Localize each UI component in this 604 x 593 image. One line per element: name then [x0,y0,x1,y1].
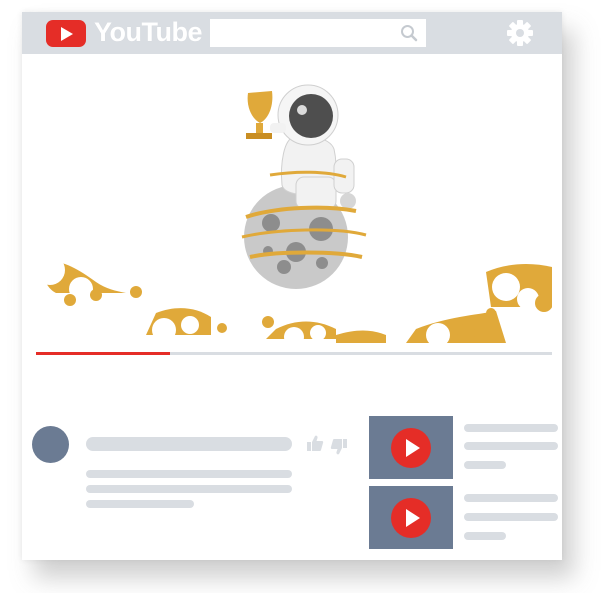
video-player[interactable] [36,67,552,357]
search-input[interactable] [210,19,426,47]
description-line [86,470,292,478]
play-icon[interactable] [391,498,431,538]
description-line [86,485,292,493]
recommended-title-line [464,513,558,521]
logo-text: YouTube [94,17,202,47]
youtube-logo[interactable]: YouTube [46,17,202,47]
astronaut-illustration [241,84,367,289]
youtube-play-icon [46,20,86,47]
play-icon[interactable] [391,428,431,468]
recommended-title-line [464,424,558,432]
recommended-thumbnail[interactable] [369,416,453,479]
progress-fill [36,352,171,355]
gear-icon[interactable] [507,20,533,46]
thumbs-up-icon[interactable] [306,434,324,452]
video-title-placeholder [86,437,292,451]
browser-window: YouTube [22,12,562,560]
recommended-title-line [464,494,558,502]
thumbs-down-icon[interactable] [330,438,348,456]
recommended-thumbnail[interactable] [369,486,453,549]
progress-bar[interactable] [36,352,552,355]
description-line [86,500,194,508]
recommended-meta-line [464,532,506,540]
top-bar: YouTube [22,12,562,54]
recommended-title-line [464,442,558,450]
recommended-meta-line [464,461,506,469]
channel-avatar[interactable] [32,426,69,463]
search-icon[interactable] [400,24,418,42]
